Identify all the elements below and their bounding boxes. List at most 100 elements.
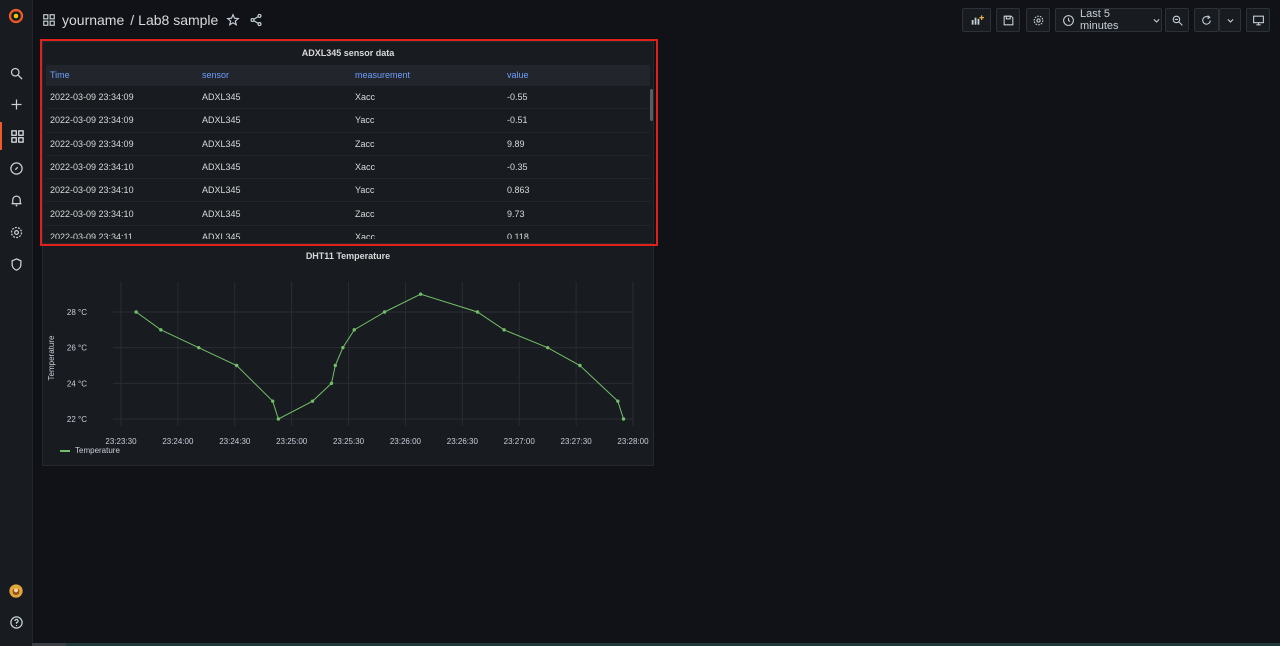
data-point bbox=[310, 399, 315, 403]
data-point bbox=[621, 417, 626, 421]
add-panel-button[interactable] bbox=[962, 8, 991, 32]
table-row: 2022-03-09 23:34:10 ADXL345 Xacc -0.35 bbox=[46, 156, 650, 180]
table-panel[interactable]: ADXL345 sensor data Time sensor measurem… bbox=[42, 41, 654, 244]
server-admin-shield-icon[interactable] bbox=[0, 250, 32, 278]
x-tick-label: 23:24:30 bbox=[219, 437, 251, 446]
table-row: 2022-03-09 23:34:09 ADXL345 Zacc 9.89 bbox=[46, 133, 650, 156]
x-tick-label: 23:27:00 bbox=[504, 437, 536, 446]
cell-value: 0.863 bbox=[507, 185, 530, 196]
cell-sensor: ADXL345 bbox=[202, 231, 241, 239]
star-icon[interactable] bbox=[226, 13, 241, 27]
cell-time: 2022-03-09 23:34:10 bbox=[50, 162, 134, 173]
table-row: 2022-03-09 23:34:09 ADXL345 Yacc -0.51 bbox=[46, 109, 650, 133]
data-point bbox=[578, 363, 582, 368]
save-dashboard-button[interactable] bbox=[996, 8, 1020, 32]
alerting-bell-icon[interactable] bbox=[0, 186, 32, 214]
data-point bbox=[341, 345, 345, 350]
cell-sensor: ADXL345 bbox=[202, 138, 241, 149]
x-tick-label: 23:26:30 bbox=[447, 437, 479, 446]
cell-measurement: Yacc bbox=[355, 115, 375, 126]
data-point bbox=[418, 292, 423, 296]
zoom-out-icon bbox=[1171, 14, 1184, 27]
table-panel-title[interactable]: ADXL345 sensor data bbox=[43, 48, 653, 58]
cell-measurement: Zacc bbox=[355, 138, 375, 149]
cycle-view-mode-button[interactable] bbox=[1246, 8, 1270, 32]
chart-panel[interactable]: DHT11 Temperature 23:23:30 23:24:00 23:24:… bbox=[42, 245, 654, 466]
search-icon[interactable] bbox=[0, 59, 32, 87]
table-header-row: Time sensor measurement value bbox=[46, 65, 650, 86]
x-tick-label: 23:25:30 bbox=[333, 437, 365, 446]
top-navbar: yourname / Lab8 sample Last 5 minutes bbox=[32, 0, 1280, 40]
plus-icon[interactable] bbox=[0, 90, 32, 118]
cell-sensor: ADXL345 bbox=[202, 208, 241, 219]
cell-measurement: Xacc bbox=[355, 162, 376, 173]
cell-sensor: ADXL345 bbox=[202, 162, 241, 173]
chevron-down-icon bbox=[1226, 16, 1235, 25]
temperature-line-chart: 23:23:30 23:24:00 23:24:30 23:25:00 23:25:30… bbox=[47, 282, 649, 446]
explore-compass-icon[interactable] bbox=[0, 154, 32, 182]
cell-value: 9.73 bbox=[507, 208, 525, 219]
breadcrumb-separator: / bbox=[130, 12, 135, 28]
breadcrumb-folder[interactable]: yourname bbox=[62, 12, 124, 28]
table-row: 2022-03-09 23:34:09 ADXL345 Xacc -0.55 bbox=[46, 86, 650, 110]
help-icon[interactable] bbox=[0, 608, 32, 636]
user-avatar-icon[interactable] bbox=[0, 577, 32, 605]
data-point bbox=[475, 310, 480, 314]
x-tick-label: 23:28:00 bbox=[617, 437, 649, 446]
table-body: 2022-03-09 23:34:09 ADXL345 Xacc -0.55 2022-… bbox=[46, 86, 650, 239]
data-point bbox=[134, 310, 138, 314]
x-tick-label: 23:27:30 bbox=[561, 437, 593, 446]
data-point bbox=[271, 399, 275, 403]
dashboards-icon[interactable] bbox=[0, 122, 32, 150]
time-picker-button[interactable]: Last 5 minutes bbox=[1055, 8, 1162, 32]
table-scrollbar[interactable] bbox=[650, 89, 653, 121]
zoom-out-button[interactable] bbox=[1165, 8, 1189, 32]
data-point bbox=[276, 417, 281, 421]
chevron-down-icon bbox=[1152, 16, 1161, 25]
dashboard-title[interactable]: Lab8 sample bbox=[138, 12, 218, 28]
data-point bbox=[159, 328, 163, 332]
refresh-button[interactable] bbox=[1194, 8, 1219, 32]
data-point bbox=[197, 345, 201, 350]
cell-time: 2022-03-09 23:34:11 bbox=[50, 231, 133, 239]
series-line bbox=[135, 293, 624, 420]
cell-measurement: Xacc bbox=[355, 92, 376, 103]
column-header-time[interactable]: Time bbox=[50, 65, 70, 85]
cell-sensor: ADXL345 bbox=[202, 185, 241, 196]
share-icon[interactable] bbox=[249, 13, 263, 27]
cog-icon bbox=[1032, 14, 1045, 27]
y-tick-label: 24 °C bbox=[67, 379, 87, 388]
refresh-icon bbox=[1200, 14, 1213, 27]
cell-time: 2022-03-09 23:34:09 bbox=[50, 138, 134, 149]
column-header-value[interactable]: value bbox=[507, 65, 529, 85]
data-point bbox=[333, 363, 337, 368]
data-point bbox=[616, 399, 620, 403]
x-tick-label: 23:25:00 bbox=[276, 437, 308, 446]
dashboard-settings-button[interactable] bbox=[1026, 8, 1050, 32]
cell-measurement: Yacc bbox=[355, 185, 375, 196]
cell-value: -0.55 bbox=[507, 92, 528, 103]
table-row: 2022-03-09 23:34:10 ADXL345 Yacc 0.863 bbox=[46, 179, 650, 203]
column-header-measurement[interactable]: measurement bbox=[355, 65, 410, 85]
y-axis-label: Temperature bbox=[47, 335, 56, 380]
grafana-logo-icon[interactable] bbox=[0, 2, 32, 30]
cell-value: 9.89 bbox=[507, 138, 525, 149]
legend-swatch bbox=[60, 449, 70, 452]
cell-time: 2022-03-09 23:34:10 bbox=[50, 208, 134, 219]
cell-measurement: Zacc bbox=[355, 208, 375, 219]
data-point bbox=[234, 363, 239, 368]
y-tick-label: 22 °C bbox=[67, 415, 87, 424]
chart-legend[interactable]: Temperature bbox=[60, 446, 120, 455]
cell-value: -0.51 bbox=[507, 115, 528, 126]
cell-value: -0.35 bbox=[507, 162, 528, 173]
configuration-gear-icon[interactable] bbox=[0, 218, 32, 246]
breadcrumb: yourname / Lab8 sample bbox=[42, 10, 263, 30]
time-range-label: Last 5 minutes bbox=[1080, 8, 1119, 32]
legend-series-label: Temperature bbox=[75, 446, 120, 455]
refresh-interval-dropdown[interactable] bbox=[1219, 8, 1241, 32]
table-row: 2022-03-09 23:34:11 ADXL345 Xacc 0.118 bbox=[46, 226, 650, 239]
x-tick-label: 23:24:00 bbox=[162, 437, 194, 446]
data-point bbox=[382, 310, 387, 314]
column-header-sensor[interactable]: sensor bbox=[202, 65, 229, 85]
table-row: 2022-03-09 23:34:10 ADXL345 Zacc 9.73 bbox=[46, 202, 650, 226]
